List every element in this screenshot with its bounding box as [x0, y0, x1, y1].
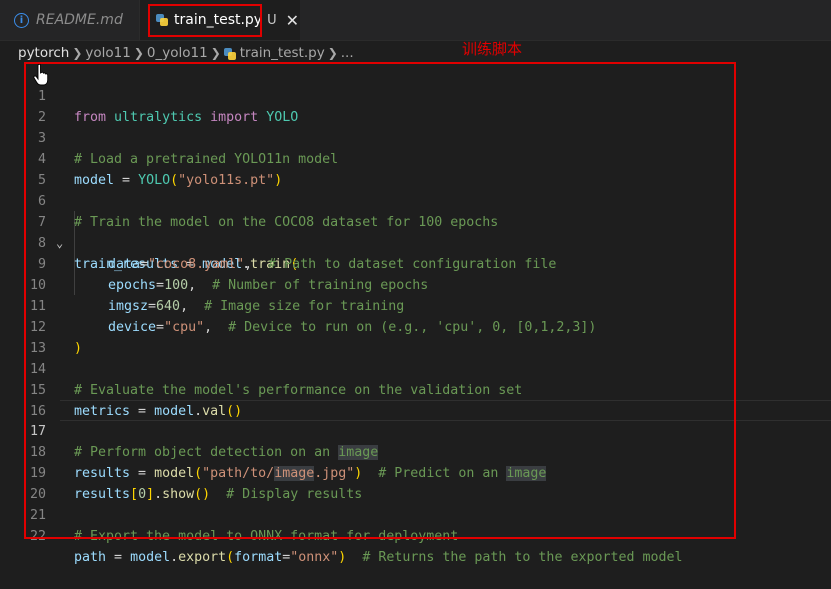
tab-annotation-box: [148, 4, 262, 37]
breadcrumb-item[interactable]: ...: [341, 45, 354, 61]
untracked-badge: U: [267, 12, 277, 28]
hand-cursor-icon: [33, 64, 49, 86]
editor-tab-bar: i README.md train_test.py U ✕: [0, 0, 831, 41]
chevron-right-icon: ❯: [133, 46, 144, 60]
chevron-right-icon: ❯: [327, 46, 338, 60]
breadcrumb-item[interactable]: 0_yolo11: [147, 45, 208, 61]
breadcrumb-item[interactable]: yolo11: [85, 45, 130, 61]
python-file-icon: [223, 47, 236, 60]
chevron-right-icon: ❯: [72, 46, 83, 60]
tab-label: README.md: [36, 12, 123, 28]
tab-readme[interactable]: i README.md: [0, 0, 140, 40]
code-annotation-box: [24, 62, 736, 539]
breadcrumb-item[interactable]: pytorch: [18, 45, 69, 61]
annotation-label: 训练脚本: [462, 40, 523, 58]
breadcrumb: pytorch ❯ yolo11 ❯ 0_yolo11 ❯ train_test…: [18, 42, 354, 64]
close-icon[interactable]: ✕: [286, 11, 299, 30]
chevron-right-icon: ❯: [210, 46, 221, 60]
breadcrumb-item[interactable]: train_test.py: [240, 45, 325, 61]
info-icon: i: [14, 12, 29, 28]
